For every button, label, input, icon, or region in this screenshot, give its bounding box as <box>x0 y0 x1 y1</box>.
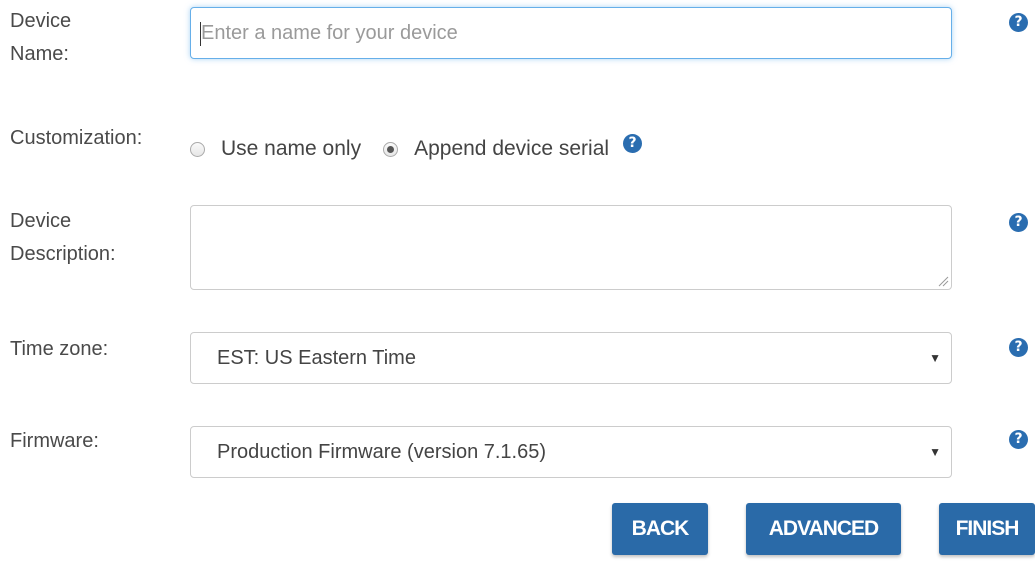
time-zone-help-icon[interactable]: ? <box>1009 338 1028 357</box>
device-name-label: Device Name: <box>10 5 71 71</box>
append-device-serial-label[interactable]: Append device serial <box>414 137 609 161</box>
finish-button[interactable]: FINISH <box>939 503 1035 555</box>
device-description-label-line1: Device <box>10 210 72 232</box>
firmware-label: Firmware: <box>10 430 99 452</box>
back-button[interactable]: BACK <box>612 503 708 555</box>
firmware-help-icon[interactable]: ? <box>1009 430 1028 449</box>
time-zone-select[interactable]: EST: US Eastern Time ▼ <box>190 332 952 384</box>
device-name-help-icon[interactable]: ? <box>1009 13 1028 32</box>
use-name-only-radio[interactable] <box>190 141 205 157</box>
device-description-textarea[interactable] <box>190 205 952 290</box>
device-name-label-line1: Device <box>10 10 72 32</box>
resize-grip-icon[interactable] <box>937 275 949 287</box>
time-zone-selected-value: EST: US Eastern Time <box>217 346 416 369</box>
use-name-only-label[interactable]: Use name only <box>221 137 361 161</box>
customization-help-icon[interactable]: ? <box>623 133 643 153</box>
device-description-label-line2: Description: <box>10 243 116 265</box>
chevron-down-icon: ▼ <box>929 445 941 459</box>
time-zone-label: Time zone: <box>10 338 109 360</box>
firmware-selected-value: Production Firmware (version 7.1.65) <box>217 440 547 463</box>
firmware-select[interactable]: Production Firmware (version 7.1.65) ▼ <box>190 426 952 478</box>
device-description-label: Device Description: <box>10 205 116 271</box>
device-description-help-icon[interactable]: ? <box>1009 213 1028 232</box>
append-device-serial-radio[interactable] <box>383 141 399 157</box>
device-name-input[interactable] <box>190 7 952 59</box>
text-cursor <box>200 22 201 46</box>
customization-label: Customization: <box>10 127 143 149</box>
customization-radio-group: Use name only Append device serial ? <box>190 133 643 165</box>
chevron-down-icon: ▼ <box>929 351 941 365</box>
advanced-button[interactable]: ADVANCED <box>746 503 901 555</box>
device-name-label-line2: Name: <box>10 43 69 65</box>
